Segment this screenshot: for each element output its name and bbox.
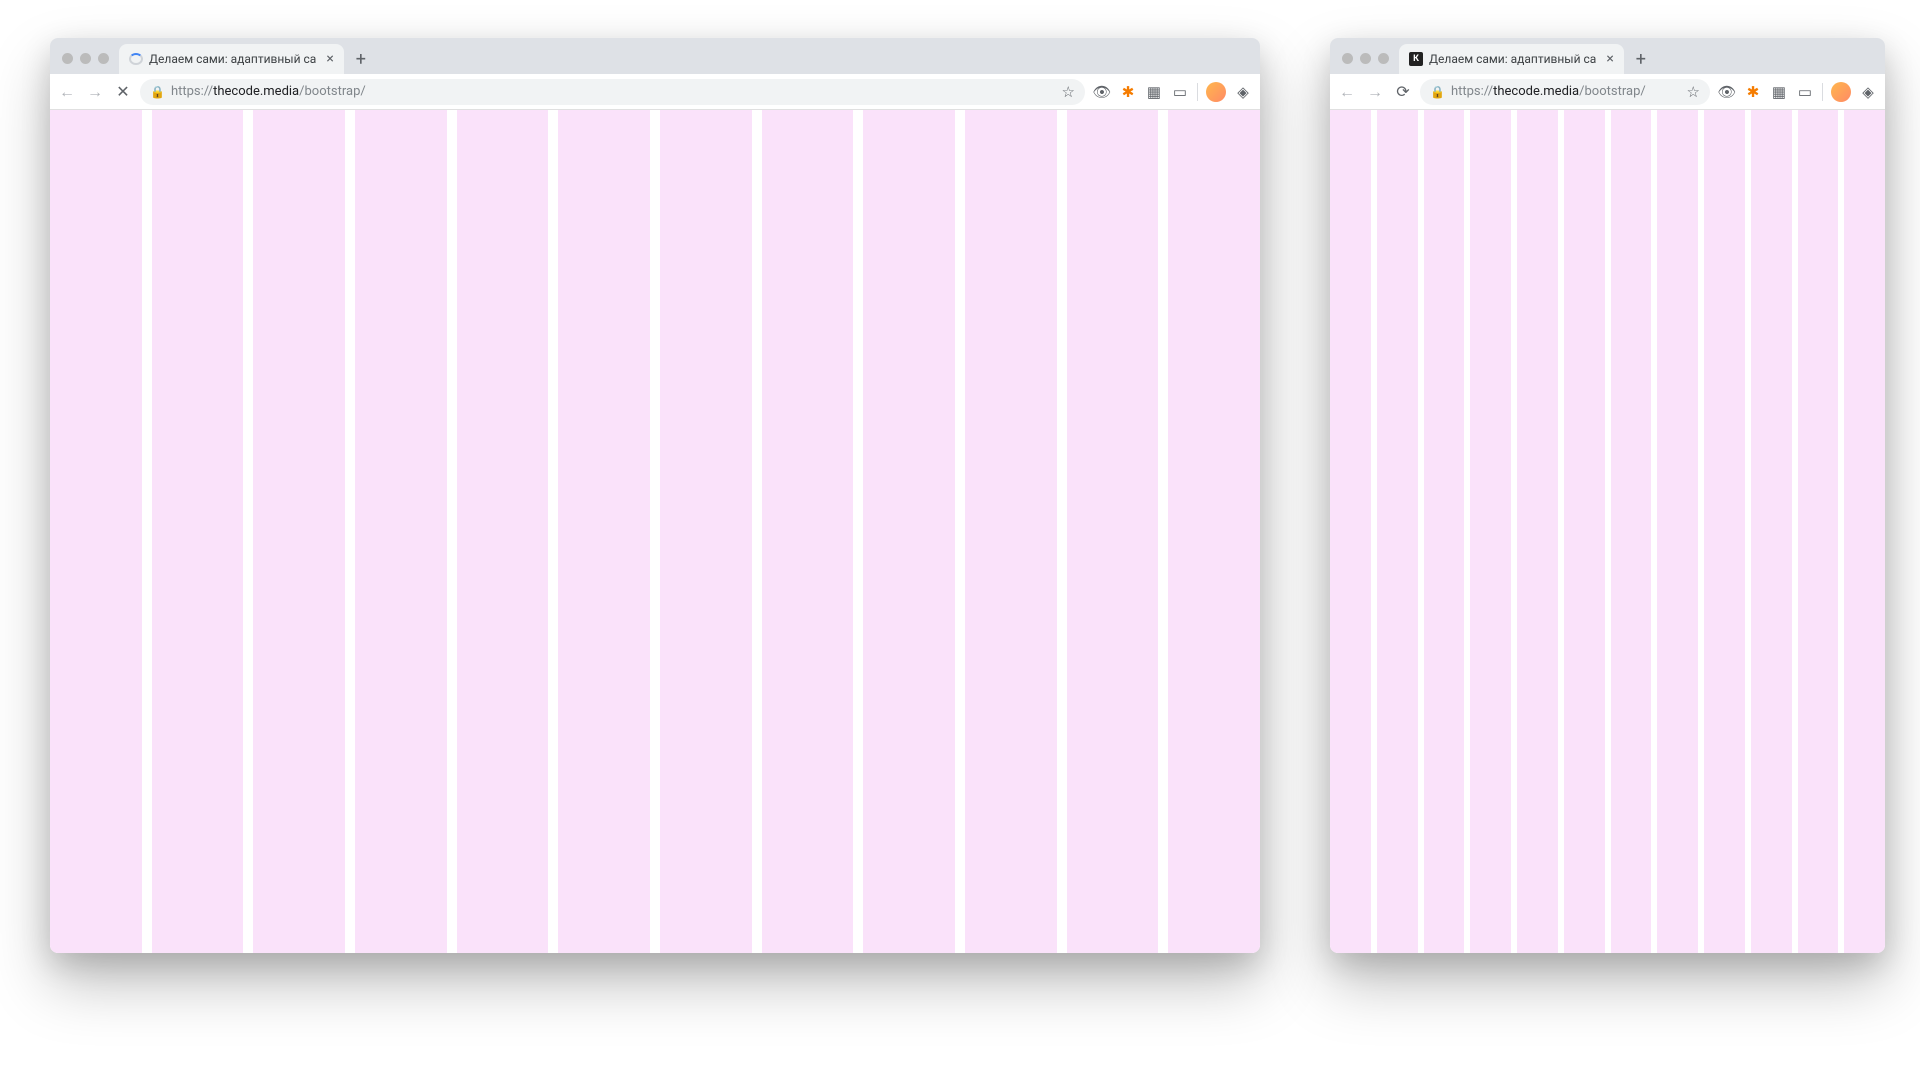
browser-window-narrow: К Делаем сами: адаптивный са × + ← → ⟳ 🔒 https:/… [1330,38,1885,953]
forward-button: → [1366,83,1384,101]
grid-column [1611,110,1652,953]
lock-icon: 🔒 [1430,85,1445,99]
profile-avatar-icon[interactable] [1831,82,1851,102]
grid-column [1517,110,1558,953]
bookmark-star-icon[interactable]: ☆ [1062,83,1075,101]
sun-icon[interactable]: ✱ [1744,83,1762,101]
grid-column [50,110,142,953]
window-controls [58,53,115,74]
grid-column [965,110,1057,953]
site-favicon-icon: К [1409,52,1423,66]
grid-column [1330,110,1371,953]
shield-icon[interactable]: ◈ [1859,83,1877,101]
grid-column [1798,110,1839,953]
tab-strip: К Делаем сами: адаптивный са × + [1330,38,1885,74]
back-button: ← [58,83,76,101]
traffic-minimize-icon[interactable] [1360,53,1371,64]
reload-button[interactable]: ⟳ [1394,83,1412,101]
nav-controls: ← → ✕ [58,83,132,101]
toolbar: ← → ⟳ 🔒 https://thecode.media/bootstrap/ ☆ 👁 ✱ ▦… [1330,74,1885,110]
grid-column [1844,110,1885,953]
grid-column [1470,110,1511,953]
browser-tab[interactable]: К Делаем сами: адаптивный са × [1399,44,1624,74]
extensions: 👁 ✱ ▦ ▭ ◈ [1093,82,1252,102]
wallet-icon[interactable]: ▭ [1796,83,1814,101]
extensions: 👁 ✱ ▦ ▭ ◈ [1718,82,1877,102]
traffic-minimize-icon[interactable] [80,53,91,64]
close-tab-icon[interactable]: × [1602,52,1613,66]
grid-column [1168,110,1260,953]
browser-window-wide: Делаем сами: адаптивный са × + ← → ✕ 🔒 https://… [50,38,1260,953]
eye-icon[interactable]: 👁 [1718,83,1736,101]
traffic-zoom-icon[interactable] [98,53,109,64]
grid-column [660,110,752,953]
address-bar[interactable]: 🔒 https://thecode.media/bootstrap/ ☆ [140,79,1085,105]
grid-column [253,110,345,953]
separator [1822,83,1823,101]
grid-column [1751,110,1792,953]
grid-column [558,110,650,953]
new-tab-button[interactable]: + [1628,46,1654,72]
sun-icon[interactable]: ✱ [1119,83,1137,101]
traffic-zoom-icon[interactable] [1378,53,1389,64]
url-text: https://thecode.media/bootstrap/ [171,84,366,99]
eye-icon[interactable]: 👁 [1093,83,1111,101]
tab-title: Делаем сами: адаптивный са [1429,52,1596,66]
new-tab-button[interactable]: + [348,46,374,72]
page-viewport [1330,110,1885,953]
bootstrap-grid [1330,110,1885,953]
tab-title: Делаем сами: адаптивный са [149,52,316,66]
grid-column [1704,110,1745,953]
shield-icon[interactable]: ◈ [1234,83,1252,101]
address-bar[interactable]: 🔒 https://thecode.media/bootstrap/ ☆ [1420,79,1710,105]
separator [1197,83,1198,101]
bootstrap-grid [50,110,1260,953]
traffic-close-icon[interactable] [1342,53,1353,64]
grid-column [1564,110,1605,953]
close-tab-icon[interactable]: × [322,52,333,66]
toolbar: ← → ✕ 🔒 https://thecode.media/bootstrap/ ☆ 👁 ✱ ▦… [50,74,1260,110]
grid-column [863,110,955,953]
loading-spinner-icon [129,53,143,65]
lock-icon: 🔒 [150,85,165,99]
stop-loading-button[interactable]: ✕ [114,83,132,101]
forward-button: → [86,83,104,101]
tab-strip: Делаем сами: адаптивный са × + [50,38,1260,74]
traffic-close-icon[interactable] [62,53,73,64]
back-button: ← [1338,83,1356,101]
grid-column [1424,110,1465,953]
wallet-icon[interactable]: ▭ [1171,83,1189,101]
grid-column [355,110,447,953]
nav-controls: ← → ⟳ [1338,83,1412,101]
grid-column [457,110,549,953]
bookmark-star-icon[interactable]: ☆ [1687,83,1700,101]
grid-column [152,110,244,953]
url-text: https://thecode.media/bootstrap/ [1451,84,1646,99]
grid-column [1657,110,1698,953]
qr-icon[interactable]: ▦ [1145,83,1163,101]
grid-column [1377,110,1418,953]
qr-icon[interactable]: ▦ [1770,83,1788,101]
profile-avatar-icon[interactable] [1206,82,1226,102]
browser-tab[interactable]: Делаем сами: адаптивный са × [119,44,344,74]
grid-column [1067,110,1159,953]
page-viewport [50,110,1260,953]
window-controls [1338,53,1395,74]
grid-column [762,110,854,953]
